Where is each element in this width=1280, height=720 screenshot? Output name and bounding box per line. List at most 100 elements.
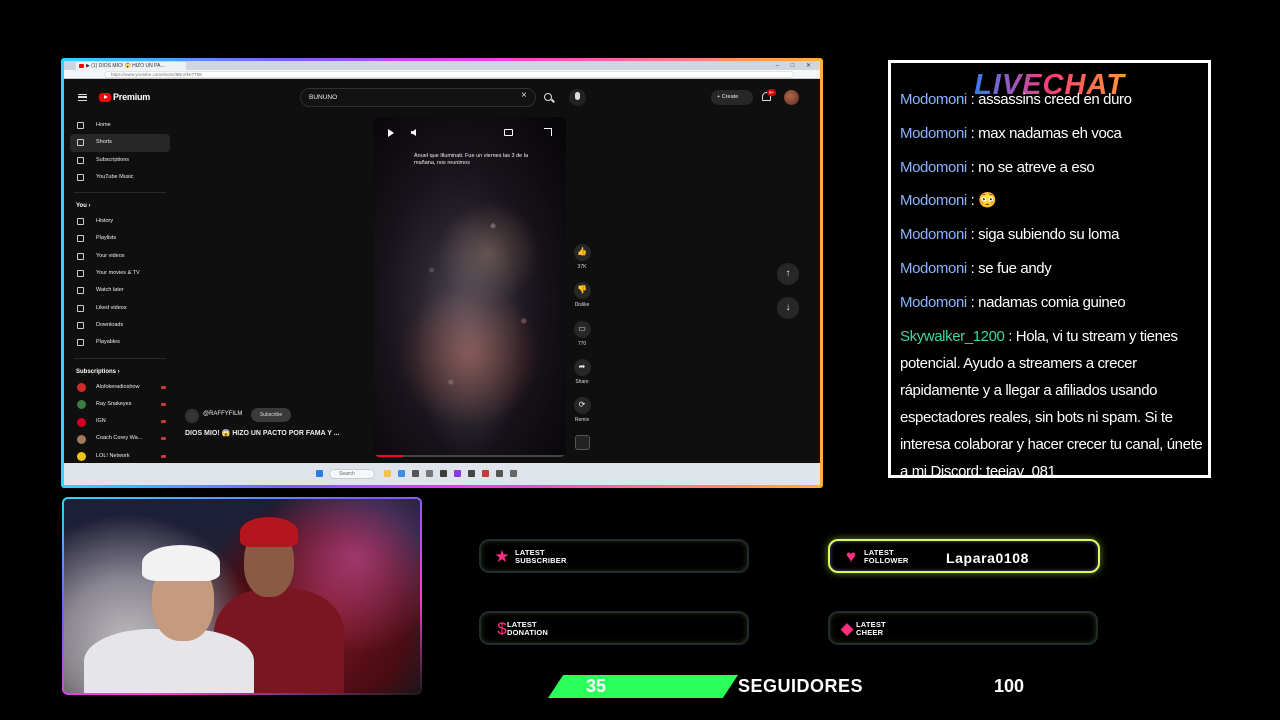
- video-caption-text: Anuel que Illuminati. Fue un viernes las…: [414, 153, 529, 166]
- taskbar-app-icon[interactable]: [510, 470, 517, 477]
- sidebar-item-label: Downloads: [96, 321, 124, 328]
- sidebar-subscription-coach-corey[interactable]: Coach Corey Wa...: [70, 430, 170, 447]
- sidebar-item-label: Shorts: [96, 139, 112, 146]
- youtube-header: Premium BUNUNO × + Create 9+: [64, 79, 820, 117]
- taskbar-app-icon[interactable]: [454, 470, 461, 477]
- screen-capture-frame: ▶ (1) DIOS MIO! 😱 HIZO UN PA… – □ ✕ http…: [61, 58, 823, 488]
- chat-message-text: : se fue andy: [970, 259, 1052, 277]
- sidebar-item-downloads[interactable]: Downloads: [70, 317, 170, 334]
- sidebar-subscriptions-heading[interactable]: Subscriptions ›: [70, 365, 170, 379]
- channel-thumbnail[interactable]: [574, 435, 590, 451]
- share-icon[interactable]: ➦: [573, 358, 591, 376]
- live-indicator-icon: [161, 454, 166, 458]
- heart-icon: ♥: [845, 547, 857, 566]
- channel-name[interactable]: @RAFFYFILM: [203, 411, 242, 417]
- clear-search-icon[interactable]: ×: [521, 90, 527, 101]
- sidebar-item-label: Coach Corey Wa...: [96, 435, 143, 442]
- live-indicator-icon: [161, 437, 166, 441]
- voice-search-button[interactable]: [569, 89, 586, 106]
- download-icon: [77, 321, 84, 329]
- thumbs-up-icon: [77, 304, 84, 312]
- remix-icon[interactable]: ⟳: [573, 397, 591, 415]
- short-video-player[interactable]: Anuel que Illuminati. Fue un viernes las…: [374, 117, 566, 457]
- play-icon[interactable]: [388, 129, 394, 137]
- sidebar-item-your-videos[interactable]: Your videos: [70, 248, 170, 265]
- sidebar-subscription-ign[interactable]: IGN: [70, 413, 170, 430]
- create-button[interactable]: + Create: [711, 90, 753, 105]
- short-title[interactable]: DIOS MIO! 😱 HIZO UN PACTO POR FAMA Y ...: [185, 429, 340, 437]
- sidebar-item-youtube-music[interactable]: YouTube Music: [70, 169, 170, 186]
- youtube-logo-text[interactable]: Premium: [113, 92, 150, 102]
- channel-avatar: [77, 434, 86, 444]
- chat-username: Modomoni: [900, 259, 967, 277]
- fullscreen-icon[interactable]: [544, 128, 552, 136]
- subscribe-button[interactable]: Subscribe: [251, 408, 291, 422]
- sidebar-item-label: YouTube Music: [96, 173, 134, 180]
- alert-label: LATEST DONATION: [507, 621, 548, 637]
- comments-button[interactable]: ▭ 770: [571, 320, 593, 359]
- taskbar-app-icon[interactable]: [426, 470, 433, 477]
- next-short-button[interactable]: ↓: [777, 297, 799, 319]
- account-avatar[interactable]: [784, 90, 799, 105]
- sidebar-item-watch-later[interactable]: Watch later: [70, 282, 170, 299]
- taskbar-app-icon[interactable]: [482, 470, 489, 477]
- sidebar-item-history[interactable]: History: [70, 213, 170, 230]
- livechat-panel: LIVECHAT Modomoni : assassins creed en d…: [888, 60, 1211, 478]
- chat-message-text: : Hola, vi tu stream y tienes potencial.…: [900, 327, 1203, 478]
- latest-follower-value: Lapara0108: [946, 550, 1030, 566]
- file-explorer-icon[interactable]: [384, 470, 391, 477]
- share-button[interactable]: ➦ Share: [571, 358, 593, 397]
- follower-goal-target: 100: [994, 676, 1025, 696]
- sidebar-subscription-ray-snakeyes[interactable]: Ray Snakeyes: [70, 396, 170, 413]
- taskbar-app-icon[interactable]: [412, 470, 419, 477]
- taskbar-app-icon[interactable]: [496, 470, 503, 477]
- video-progress-bar[interactable]: [374, 455, 566, 457]
- chat-message: Modomoni : nadamas comia guineo: [900, 289, 1205, 316]
- address-bar[interactable]: https://www.youtube.com/shorts/9BnXke7Tt…: [104, 71, 794, 78]
- hamburger-menu-icon[interactable]: [78, 94, 87, 101]
- previous-short-button[interactable]: ↑: [777, 263, 799, 285]
- browser-icon[interactable]: [398, 470, 405, 477]
- comment-icon[interactable]: ▭: [573, 320, 591, 338]
- chat-message-text: : 😳: [970, 192, 997, 210]
- browser-toolbar: https://www.youtube.com/shorts/9BnXke7Tt…: [64, 70, 820, 79]
- sidebar-item-shorts[interactable]: Shorts: [70, 134, 170, 152]
- latest-cheer-panel: ◆ LATEST CHEER: [828, 611, 1098, 645]
- sidebar-item-playables[interactable]: Playables: [70, 334, 170, 351]
- browser-tab[interactable]: ▶ (1) DIOS MIO! 😱 HIZO UN PA…: [76, 62, 186, 70]
- remix-button[interactable]: ⟳ Remix: [571, 397, 593, 435]
- youtube-logo-icon[interactable]: [99, 93, 111, 102]
- search-icon[interactable]: [544, 93, 552, 101]
- sidebar-item-subscriptions[interactable]: Subscriptions: [70, 152, 170, 169]
- sidebar-item-playlists[interactable]: Playlists: [70, 230, 170, 247]
- follower-goal-progress-bar: [548, 675, 738, 698]
- live-indicator-icon: [161, 402, 166, 406]
- dislike-button[interactable]: 👎 Dislike: [571, 282, 593, 320]
- sidebar-item-label: Watch later: [96, 287, 124, 294]
- volume-icon[interactable]: [411, 129, 416, 136]
- captions-icon[interactable]: [504, 129, 513, 136]
- sidebar-you-heading[interactable]: You ›: [70, 199, 170, 213]
- thumbs-up-icon[interactable]: 👍: [573, 244, 591, 261]
- sidebar-item-label: Liked videos: [96, 304, 127, 311]
- sidebar-item-liked-videos[interactable]: Liked videos: [70, 300, 170, 317]
- search-input[interactable]: BUNUNO: [300, 88, 536, 107]
- playlists-icon: [77, 235, 84, 243]
- alert-label-line: SUBSCRIBER: [515, 556, 567, 565]
- alert-label-line: FOLLOWER: [864, 556, 909, 565]
- like-button[interactable]: 👍 37K: [571, 244, 593, 282]
- window-controls[interactable]: – □ ✕: [776, 62, 816, 69]
- alert-label-line: DONATION: [507, 628, 549, 637]
- sidebar-item-home[interactable]: Home: [70, 117, 170, 134]
- follower-goal-current: 35: [586, 676, 607, 696]
- thumbs-down-icon[interactable]: 👎: [573, 282, 591, 300]
- windows-start-icon[interactable]: [316, 470, 323, 477]
- taskbar-app-icon[interactable]: [440, 470, 447, 477]
- remix-label: Remix: [574, 417, 590, 424]
- taskbar-app-icon[interactable]: [468, 470, 475, 477]
- channel-avatar[interactable]: [185, 409, 199, 423]
- sidebar-item-movies-tv[interactable]: Your movies & TV: [70, 265, 170, 282]
- sidebar-subscription-alofokeradioshow[interactable]: Alofokeradioshow: [70, 379, 170, 396]
- taskbar-search-input[interactable]: Search: [329, 469, 375, 479]
- chat-message: Modomoni : no se atreve a eso: [900, 154, 1205, 181]
